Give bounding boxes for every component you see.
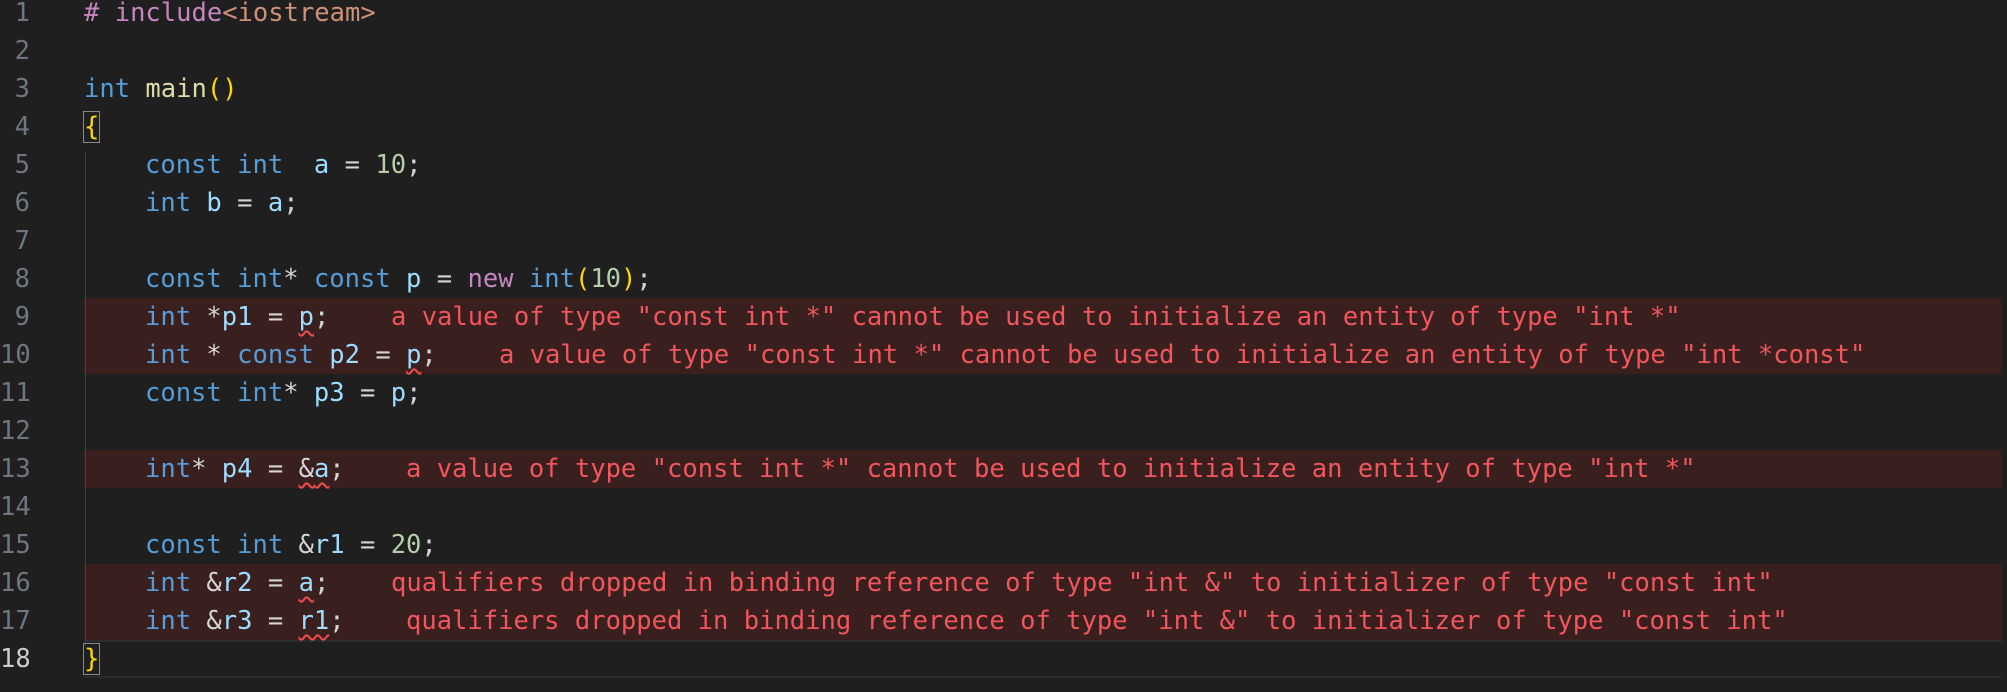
matched-close-brace: } [82,643,101,675]
code-line-error[interactable]: 16 int &r2 = a; qualifiers dropped in bi… [0,564,2007,602]
code-line[interactable]: 5 const int a = 10; [0,146,2007,184]
code-text[interactable]: int &r3 = r1; [145,602,345,640]
line-number: 7 [14,226,30,256]
code-text[interactable]: # include<iostream> [84,0,376,32]
code-line-error[interactable]: 17 int &r3 = r1; qualifiers dropped in b… [0,602,2007,640]
code-line-error[interactable]: 9 int *p1 = p; a value of type "const in… [0,298,2007,336]
line-number: 2 [14,36,30,66]
inline-error-message: a value of type "const int *" cannot be … [391,302,1681,332]
code-line[interactable]: 11 const int* p3 = p; [0,374,2007,412]
code-text[interactable]: int b = a; [145,184,299,222]
code-text[interactable]: const int &r1 = 20; [145,526,437,564]
code-text[interactable]: { [82,108,101,146]
line-number: 15 [0,530,31,560]
error-squiggle: &a [298,454,330,484]
code-line[interactable]: 2 [0,32,2007,70]
code-line-error[interactable]: 10 int * const p2 = p; a value of type "… [0,336,2007,374]
code-editor[interactable]: 1 # include<iostream> 2 3 int main() 4 {… [0,0,2007,692]
code-line[interactable]: 4 { [0,108,2007,146]
code-text[interactable]: } [82,640,101,678]
error-squiggle: p [298,302,314,332]
line-number: 1 [14,0,30,28]
line-number: 11 [0,378,31,408]
code-line[interactable]: 15 const int &r1 = 20; [0,526,2007,564]
line-number: 14 [0,492,31,522]
code-line[interactable]: 6 int b = a; [0,184,2007,222]
line-number: 5 [14,150,30,180]
line-number: 8 [14,264,30,294]
inline-error-message: qualifiers dropped in binding reference … [406,606,1788,636]
code-line[interactable]: 3 int main() [0,70,2007,108]
code-text[interactable]: const int a = 10; [145,146,421,184]
code-line[interactable]: 8 const int* const p = new int(10); [0,260,2007,298]
error-squiggle: r1 [298,606,330,636]
line-number: 3 [14,74,30,104]
code-text[interactable]: int * const p2 = p; [145,336,437,374]
inline-error-message: a value of type "const int *" cannot be … [499,340,1866,370]
code-text[interactable]: int main() [84,70,238,108]
line-number: 13 [0,454,31,484]
line-number: 4 [14,112,30,142]
code-line-error[interactable]: 13 int* p4 = &a; a value of type "const … [0,450,2007,488]
code-text[interactable]: int &r2 = a; [145,564,329,602]
code-line[interactable]: 12 [0,412,2007,450]
error-squiggle: a [298,568,314,598]
line-number: 6 [14,188,30,218]
code-text[interactable]: int* p4 = &a; [145,450,345,488]
code-text[interactable]: int *p1 = p; [145,298,329,336]
matched-open-brace: { [82,111,101,143]
line-number: 16 [0,568,31,598]
inline-error-message: a value of type "const int *" cannot be … [406,454,1696,484]
line-number: 9 [14,302,30,332]
code-line[interactable]: 14 [0,488,2007,526]
code-text[interactable]: const int* const p = new int(10); [145,260,652,298]
line-number: 17 [0,606,31,636]
line-number: 12 [0,416,31,446]
code-text[interactable]: const int* p3 = p; [145,374,421,412]
code-line-current[interactable]: 18 } [0,640,2007,678]
code-line[interactable]: 7 [0,222,2007,260]
line-number: 10 [0,340,31,370]
indent-guide [85,152,86,646]
inline-error-message: qualifiers dropped in binding reference … [391,568,1773,598]
line-number: 18 [0,644,31,674]
code-line[interactable]: 1 # include<iostream> [0,0,2007,32]
error-squiggle: p [406,340,422,370]
